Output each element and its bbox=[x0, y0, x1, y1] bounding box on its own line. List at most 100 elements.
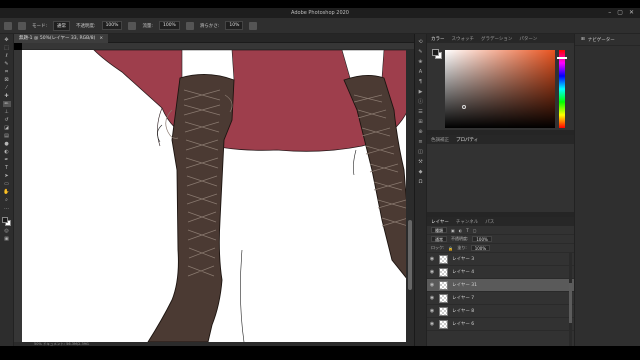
color-picker-field[interactable] bbox=[445, 50, 555, 128]
blur-tool-icon[interactable]: ● bbox=[3, 141, 11, 147]
layer-comps-icon[interactable]: ◫ bbox=[418, 150, 424, 155]
layer-row[interactable]: ◉ レイヤー 8 bbox=[427, 305, 574, 318]
crop-tool-icon[interactable]: ⌗ bbox=[3, 69, 11, 75]
brush-preset-icon[interactable] bbox=[18, 21, 26, 30]
visibility-eye-icon[interactable]: ◉ bbox=[427, 321, 437, 327]
canvas-vertical-scrollbar[interactable] bbox=[406, 50, 414, 342]
layer-opacity-input[interactable]: 100% bbox=[472, 236, 492, 242]
timeline-icon[interactable]: ≡ bbox=[418, 140, 424, 145]
settings-icon[interactable] bbox=[249, 21, 258, 30]
tool-presets-icon[interactable]: ⚒ bbox=[418, 160, 424, 165]
home-icon[interactable] bbox=[4, 21, 12, 30]
frame-tool-icon[interactable]: ⊠ bbox=[3, 77, 11, 83]
shape-tool-icon[interactable]: ▭ bbox=[3, 181, 11, 187]
tab-swatches[interactable]: スウォッチ bbox=[452, 36, 475, 42]
zoom-tool-icon[interactable]: ⌕ bbox=[3, 197, 11, 203]
info-icon[interactable]: ⓘ bbox=[418, 100, 424, 105]
visibility-eye-icon[interactable]: ◉ bbox=[427, 308, 437, 314]
tab-adjustments[interactable]: 色調補正 bbox=[431, 137, 449, 143]
character-icon[interactable]: A bbox=[418, 70, 424, 75]
paragraph-icon[interactable]: ¶ bbox=[418, 80, 424, 85]
lasso-tool-icon[interactable]: ℓ bbox=[3, 53, 11, 59]
tab-channels[interactable]: チャンネル bbox=[456, 219, 478, 225]
opacity-input[interactable]: 100% bbox=[101, 21, 123, 30]
layer-row[interactable]: ◉ レイヤー 31 bbox=[427, 279, 574, 292]
visibility-eye-icon[interactable]: ◉ bbox=[427, 256, 437, 262]
document-tab[interactable]: 無題-1 @ 50%(レイヤー 33, RGB/8) × bbox=[14, 34, 109, 43]
history-brush-icon[interactable]: ↺ bbox=[3, 117, 11, 123]
layer-kind-filter[interactable]: 種類 bbox=[431, 227, 447, 233]
navigator-header[interactable]: ⊞ ナビゲーター bbox=[575, 34, 640, 46]
layer-fill-input[interactable]: 100% bbox=[470, 245, 491, 251]
dodge-tool-icon[interactable]: ◐ bbox=[3, 149, 11, 155]
layer-row[interactable]: ◉ レイヤー 3 bbox=[427, 253, 574, 266]
stamp-tool-icon[interactable]: ⊥ bbox=[3, 109, 11, 115]
mode-select[interactable]: 通常 bbox=[53, 20, 71, 31]
marquee-tool-icon[interactable]: ⬚ bbox=[3, 45, 11, 51]
libraries-icon[interactable]: ☰ bbox=[418, 110, 424, 115]
minimize-icon[interactable]: – bbox=[608, 9, 611, 16]
hue-slider[interactable] bbox=[559, 50, 565, 128]
layer-name: レイヤー 7 bbox=[452, 296, 475, 301]
filter-pixel-icon[interactable]: ▣ bbox=[451, 228, 455, 233]
tab-color[interactable]: カラー bbox=[431, 36, 445, 42]
eraser-tool-icon[interactable]: ◪ bbox=[3, 125, 11, 131]
filter-type-icon[interactable]: T bbox=[466, 228, 468, 233]
pressure-opacity-icon[interactable] bbox=[128, 21, 137, 30]
flow-input[interactable]: 100% bbox=[158, 21, 180, 30]
lock-icon[interactable]: 🔒 bbox=[448, 246, 453, 251]
filter-shape-icon[interactable]: ▢ bbox=[473, 228, 477, 233]
more-tools-icon[interactable]: … bbox=[3, 205, 11, 211]
layers-scrollbar[interactable] bbox=[569, 253, 572, 350]
airbrush-icon[interactable] bbox=[185, 21, 194, 30]
screen-mode-icon[interactable]: ▣ bbox=[3, 236, 11, 242]
blend-mode-select[interactable]: 通常 bbox=[431, 236, 447, 242]
gradient-tool-icon[interactable]: ▤ bbox=[3, 133, 11, 139]
tab-properties[interactable]: プロパティ bbox=[456, 137, 478, 143]
pen-tool-icon[interactable]: ✒ bbox=[3, 157, 11, 163]
smoothing-input[interactable]: 10% bbox=[225, 21, 244, 30]
move-tool-icon[interactable]: ✥ bbox=[3, 37, 11, 43]
color-panel-swatches[interactable] bbox=[432, 49, 442, 59]
brushes-icon[interactable]: ❀ bbox=[418, 60, 424, 65]
hand-tool-icon[interactable]: ✋ bbox=[3, 189, 11, 195]
type-tool-icon[interactable]: T bbox=[3, 165, 11, 171]
foreground-color[interactable] bbox=[2, 217, 8, 223]
quick-mask-icon[interactable]: ◎ bbox=[3, 228, 11, 234]
layer-list: ◉ レイヤー 3 ◉ レイヤー 4 ◉ レイヤー 31 ◉ レイヤー 7 ◉ レイヤー 8 ◉ レイヤ… bbox=[427, 253, 574, 331]
document-canvas[interactable] bbox=[22, 50, 409, 342]
history-icon[interactable]: ⟲ bbox=[418, 40, 424, 45]
color-panel-foreground[interactable] bbox=[432, 49, 439, 56]
tab-paths[interactable]: パス bbox=[485, 219, 494, 225]
visibility-eye-icon[interactable]: ◉ bbox=[427, 269, 437, 275]
tab-patterns[interactable]: パターン bbox=[519, 36, 537, 42]
foreground-background-swatch[interactable] bbox=[2, 217, 11, 226]
visibility-eye-icon[interactable]: ◉ bbox=[427, 282, 437, 288]
visibility-eye-icon[interactable]: ◉ bbox=[427, 295, 437, 301]
layer-row[interactable]: ◉ レイヤー 7 bbox=[427, 292, 574, 305]
navigator-icon[interactable]: ⊞ bbox=[418, 120, 424, 125]
layer-row[interactable]: ◉ レイヤー 4 bbox=[427, 266, 574, 279]
hue-slider-marker[interactable] bbox=[557, 57, 567, 59]
eyedropper-tool-icon[interactable]: ⁄ bbox=[3, 85, 11, 91]
tab-gradients[interactable]: グラデーション bbox=[481, 36, 512, 42]
styles-icon[interactable]: ◆ bbox=[418, 170, 424, 175]
path-select-tool-icon[interactable]: ➤ bbox=[3, 173, 11, 179]
actions-icon[interactable]: ▶ bbox=[418, 90, 424, 95]
layer-row[interactable]: ◉ レイヤー 6 bbox=[427, 318, 574, 331]
maximize-icon[interactable]: ▢ bbox=[617, 9, 623, 16]
canvas-area[interactable] bbox=[22, 50, 414, 342]
brush-settings-icon[interactable]: ✎ bbox=[418, 50, 424, 55]
canvas-scroll-thumb[interactable] bbox=[408, 220, 412, 290]
close-icon[interactable]: ✕ bbox=[629, 9, 634, 16]
close-tab-icon[interactable]: × bbox=[99, 34, 103, 43]
color-picker-cursor[interactable] bbox=[462, 105, 466, 109]
layers-scroll-thumb[interactable] bbox=[569, 283, 572, 323]
clone-source-icon[interactable]: ⊕ bbox=[418, 130, 424, 135]
filter-adjust-icon[interactable]: ◐ bbox=[459, 228, 463, 233]
brush-tool-icon[interactable]: ✏ bbox=[2, 101, 11, 107]
glyphs-icon[interactable]: Ω bbox=[418, 180, 424, 185]
healing-tool-icon[interactable]: ✚ bbox=[3, 93, 11, 99]
tab-layers[interactable]: レイヤー bbox=[431, 219, 449, 225]
quick-select-tool-icon[interactable]: ✎ bbox=[3, 61, 11, 67]
